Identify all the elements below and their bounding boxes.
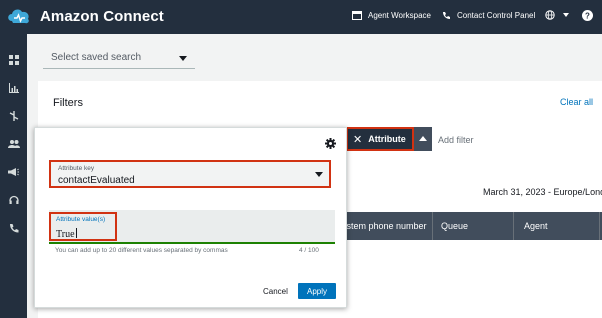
results-table-header: ystem phone number Queue Agent: [340, 212, 602, 240]
caret-down-icon: [179, 56, 187, 61]
attribute-values-text: True: [56, 228, 77, 240]
contact-control-panel-link[interactable]: Contact Control Panel: [442, 11, 535, 20]
column-divider: [432, 212, 433, 240]
contact-control-panel-label: Contact Control Panel: [457, 11, 536, 20]
attribute-values-label: Attribute value(s): [56, 216, 106, 223]
language-selector[interactable]: [545, 10, 575, 20]
attribute-filter-popover: Attribute key contactEvaluated Attribute…: [34, 127, 347, 308]
date-range: March 31, 2023 - Europe/Lond: [483, 187, 602, 197]
agent-workspace-link[interactable]: Agent Workspace: [352, 11, 431, 20]
left-sidebar: [0, 34, 27, 318]
filters-title: Filters: [53, 97, 83, 109]
apply-button[interactable]: Apply: [298, 283, 336, 299]
column-header[interactable]: Queue: [441, 221, 468, 231]
attribute-chip-dropdown[interactable]: [414, 127, 432, 151]
column-divider: [513, 212, 514, 240]
text-cursor: [75, 228, 77, 238]
column-header[interactable]: Agent: [524, 221, 548, 231]
attribute-chip-label: Attribute: [368, 134, 406, 144]
attribute-values-value: True: [56, 229, 75, 240]
app-title[interactable]: Amazon Connect: [40, 8, 164, 25]
gear-icon[interactable]: [325, 138, 336, 149]
help-button[interactable]: ?: [582, 10, 599, 21]
agent-workspace-label: Agent Workspace: [368, 11, 431, 20]
attribute-key-select[interactable]: Attribute key contactEvaluated: [49, 160, 331, 188]
globe-icon: [545, 10, 555, 20]
svg-text:?: ?: [585, 12, 590, 21]
clear-all-link[interactable]: Clear all: [560, 97, 593, 107]
close-icon[interactable]: ✕: [353, 133, 362, 146]
add-filter-input[interactable]: Add filter: [438, 135, 474, 145]
caret-up-icon: [419, 136, 427, 141]
attribute-key-label: Attribute key: [58, 165, 95, 172]
column-header[interactable]: ystem phone number: [342, 221, 427, 231]
help-icon: ?: [582, 10, 593, 21]
bar-chart-icon[interactable]: [7, 81, 20, 94]
attribute-key-value: contactEvaluated: [58, 175, 135, 186]
dashboard-icon[interactable]: [7, 53, 20, 66]
caret-down-icon: [315, 172, 323, 177]
attribute-filter-chip[interactable]: ✕ Attribute: [346, 127, 414, 151]
megaphone-icon[interactable]: [7, 165, 20, 178]
phone-icon: [443, 12, 450, 19]
saved-search-placeholder: Select saved search: [51, 52, 142, 63]
users-icon[interactable]: [7, 137, 20, 150]
column-divider: [599, 212, 600, 240]
phone-icon[interactable]: [7, 221, 20, 234]
routing-icon[interactable]: [7, 109, 20, 122]
attribute-values-hint: You can add up to 20 different values se…: [55, 247, 228, 254]
caret-down-icon: [563, 13, 569, 17]
amazon-connect-logo-icon: [8, 9, 29, 24]
window-icon: [352, 11, 362, 20]
headset-icon[interactable]: [7, 193, 20, 206]
top-navigation-bar: Amazon Connect Agent Workspace Contact C…: [0, 0, 602, 34]
character-counter: 4 / 100: [299, 247, 319, 254]
attribute-values-field[interactable]: Attribute value(s) True: [49, 212, 117, 241]
saved-search-dropdown[interactable]: Select saved search: [43, 48, 195, 69]
cancel-button[interactable]: Cancel: [263, 287, 288, 296]
